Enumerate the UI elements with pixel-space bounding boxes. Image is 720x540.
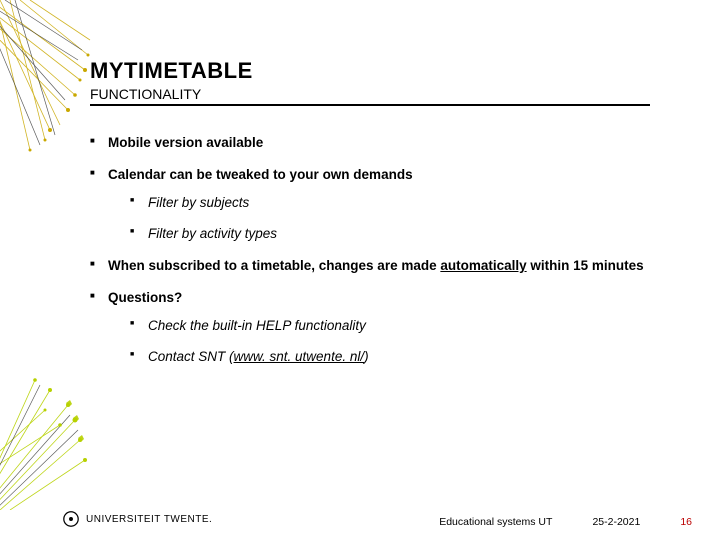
bullet-calendar-text: Calendar can be tweaked to your own dema… [108, 167, 413, 182]
bullet-calendar: Calendar can be tweaked to your own dema… [90, 166, 680, 243]
logo-mark-icon [62, 510, 80, 528]
footer-date: 25-2-2021 [592, 516, 640, 528]
page-number: 16 [680, 516, 692, 528]
bullet-list: Mobile version available Calendar can be… [90, 134, 680, 366]
logo-text: UNIVERSITEIT TWENTE. [86, 514, 212, 525]
subbullet-help: Check the built-in HELP functionality [130, 317, 680, 335]
decoration-top [0, 0, 100, 160]
university-logo: UNIVERSITEIT TWENTE. [62, 510, 212, 528]
subbullet-filter-activity: Filter by activity types [130, 225, 680, 243]
sublist-questions: Check the built-in HELP functionality Co… [130, 317, 680, 365]
b3-pre: When subscribed to a timetable, changes … [108, 258, 440, 273]
contact-link[interactable]: www. snt. utwente. nl/ [234, 349, 365, 364]
contact-pre: Contact SNT ( [148, 349, 234, 364]
footer-label: Educational systems UT [439, 516, 552, 528]
b3-bold: automatically [440, 258, 526, 273]
contact-post: ) [364, 349, 369, 364]
bullet-questions: Questions? Check the built-in HELP funct… [90, 289, 680, 366]
bullet-subscribed: When subscribed to a timetable, changes … [90, 257, 680, 275]
footer-right: Educational systems UT 25-2-2021 16 [439, 516, 692, 528]
bullet-questions-text: Questions? [108, 290, 182, 305]
slide-title: MYTIMETABLE [90, 58, 680, 84]
subbullet-filter-subjects: Filter by subjects [130, 194, 680, 212]
sublist-calendar: Filter by subjects Filter by activity ty… [130, 194, 680, 242]
b3-post: within 15 minutes [527, 258, 644, 273]
decoration-bottom [0, 370, 100, 510]
bullet-mobile: Mobile version available [90, 134, 680, 152]
slide-subtitle: FUNCTIONALITY [90, 86, 650, 106]
subbullet-contact: Contact SNT (www. snt. utwente. nl/) [130, 348, 680, 366]
slide-content: MYTIMETABLE FUNCTIONALITY Mobile version… [90, 58, 680, 380]
